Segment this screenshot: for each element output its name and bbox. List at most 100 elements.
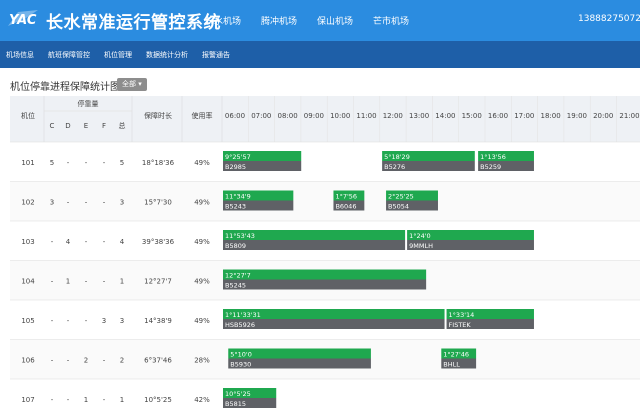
flight-time-label: 5°10'0 bbox=[230, 351, 252, 359]
count-total: 3 bbox=[120, 317, 124, 325]
stand-number: 101 bbox=[21, 159, 34, 167]
count-total: 4 bbox=[120, 238, 125, 246]
subnav-flight-support[interactable]: 航班保障管控 bbox=[48, 50, 90, 60]
top-header: YAC 长水常准运行管控系统 长水机场 腾冲机场 保山机场 芒市机场 13888… bbox=[0, 0, 640, 41]
support-duration: 14°38'9 bbox=[144, 317, 172, 325]
header-usage: 使用率 bbox=[192, 111, 213, 120]
stand-number: 106 bbox=[21, 356, 35, 364]
header-hour-9: 15:00 bbox=[462, 112, 482, 120]
header-parking-1: D bbox=[65, 122, 70, 130]
user-phone[interactable]: 13888275072 bbox=[578, 14, 640, 24]
count-f: 3 bbox=[102, 317, 106, 325]
flight-bar[interactable]: 12°27'7 B5245 bbox=[223, 269, 427, 290]
support-duration: 12°27'7 bbox=[144, 277, 172, 285]
flight-reg-label: B5054 bbox=[388, 203, 409, 211]
flight-time-label: 9°25'57 bbox=[225, 153, 251, 161]
airport-tab-tengchong[interactable]: 腾冲机场 bbox=[261, 14, 297, 27]
usage-rate: 49% bbox=[194, 198, 210, 206]
flight-bar[interactable]: 11°34'9 B5243 bbox=[223, 190, 294, 211]
flight-time-label: 10°5'25 bbox=[225, 390, 251, 398]
subnav-airport-info[interactable]: 机场信息 bbox=[6, 50, 34, 60]
usage-rate: 28% bbox=[194, 356, 210, 364]
subnav-statistics[interactable]: 数据统计分析 bbox=[146, 50, 188, 60]
flight-bar[interactable]: 1°24'0 9MMLH bbox=[407, 230, 534, 250]
page-title: 机位停靠进程保障统计图 bbox=[10, 82, 120, 93]
header-hour-11: 17:00 bbox=[514, 112, 534, 120]
app-title: 长水常准运行管控系统 bbox=[46, 13, 221, 33]
header-hour-15: 21:00 bbox=[619, 112, 639, 120]
flight-time-label: 2°25'25 bbox=[388, 193, 414, 201]
flight-bar[interactable]: 1°27'46 BHLL bbox=[441, 348, 477, 369]
airport-tab-baoshan[interactable]: 保山机场 bbox=[317, 14, 353, 27]
count-total: 1 bbox=[120, 277, 124, 285]
header-hour-1: 07:00 bbox=[251, 112, 271, 120]
flight-reg-label: B5245 bbox=[225, 282, 246, 290]
flight-bar[interactable]: 1°13'56 B5259 bbox=[478, 151, 534, 171]
logo-icon: YAC bbox=[8, 10, 38, 28]
flight-bar[interactable]: 10°5'25 B5815 bbox=[223, 388, 277, 408]
stand-number: 103 bbox=[21, 238, 34, 246]
header-hour-8: 14:00 bbox=[435, 112, 455, 120]
flight-bar[interactable]: 1°33'14 FISTEK bbox=[446, 309, 534, 329]
header-hour-4: 10:00 bbox=[330, 112, 350, 120]
flight-reg-label: BHLL bbox=[443, 361, 460, 369]
flight-time-label: 1°27'46 bbox=[443, 351, 469, 359]
header-hour-0: 06:00 bbox=[225, 112, 245, 120]
flight-reg-label: 9MMLH bbox=[409, 242, 433, 250]
support-duration: 15°7'30 bbox=[144, 198, 172, 206]
flight-time-label: 1°24'0 bbox=[409, 232, 431, 240]
stand-number: 105 bbox=[21, 317, 34, 325]
flight-bar-reg bbox=[223, 279, 427, 290]
airport-tab-mangshi[interactable]: 芒市机场 bbox=[373, 14, 409, 27]
count-c: 3 bbox=[50, 198, 54, 206]
flight-bar[interactable]: 2°25'25 B5054 bbox=[386, 190, 438, 211]
filter-label: 全部 bbox=[122, 80, 136, 88]
flight-bar[interactable]: 1°11'33'31 HSB5926 bbox=[223, 309, 445, 329]
header-hour-14: 20:00 bbox=[593, 112, 613, 120]
flight-bar[interactable]: 9°25'57 B2985 bbox=[223, 151, 302, 171]
table-row[interactable] bbox=[10, 379, 640, 410]
flight-bar-time bbox=[223, 269, 427, 280]
header-duration: 保障时长 bbox=[144, 111, 172, 120]
flight-bar[interactable]: 5°18'29 B5276 bbox=[382, 151, 475, 171]
flight-time-label: 12°27'7 bbox=[225, 272, 251, 280]
flight-time-label: 11°34'9 bbox=[225, 193, 251, 201]
flight-time-label: 1°13'56 bbox=[480, 153, 506, 161]
flight-bar-reg bbox=[223, 240, 406, 250]
flight-bar[interactable]: 5°10'0 B5930 bbox=[228, 348, 371, 369]
airport-nav: 长水机场 腾冲机场 保山机场 芒市机场 bbox=[205, 14, 409, 27]
flight-bar[interactable]: 1°7'56 B6046 bbox=[333, 190, 365, 211]
header-parking-group: 停靠量 bbox=[78, 99, 99, 108]
flight-reg-label: B5930 bbox=[230, 361, 251, 369]
flight-reg-label: FISTEK bbox=[449, 321, 472, 329]
count-total: 1 bbox=[120, 396, 124, 404]
flight-reg-label: B5259 bbox=[480, 163, 501, 171]
count-e: 2 bbox=[84, 356, 88, 364]
support-duration: 18°18'36 bbox=[142, 159, 175, 167]
flight-time-label: 1°11'33'31 bbox=[225, 311, 261, 319]
airport-tab-changshui[interactable]: 长水机场 bbox=[205, 14, 241, 27]
usage-rate: 49% bbox=[194, 317, 210, 325]
count-total: 3 bbox=[120, 198, 124, 206]
header-hour-3: 09:00 bbox=[304, 112, 324, 120]
header-hour-5: 11:00 bbox=[356, 112, 376, 120]
count-total: 2 bbox=[120, 356, 124, 364]
flight-time-label: 1°33'14 bbox=[449, 311, 475, 319]
count-d: 1 bbox=[66, 277, 70, 285]
subnav-alerts[interactable]: 报警通告 bbox=[202, 50, 230, 60]
flight-reg-label: B5243 bbox=[225, 203, 246, 211]
filter-dropdown[interactable]: 全部 ▾ bbox=[117, 78, 147, 91]
stand-number: 102 bbox=[21, 198, 34, 206]
header-parking-4: 总 bbox=[119, 121, 126, 130]
usage-rate: 49% bbox=[194, 159, 210, 167]
subnav-stand-management[interactable]: 机位管理 bbox=[104, 50, 132, 60]
stand-number: 107 bbox=[21, 396, 34, 404]
flight-reg-label: HSB5926 bbox=[225, 321, 255, 329]
sub-nav: 机场信息 航班保障管控 机位管理 数据统计分析 报警通告 bbox=[0, 41, 640, 68]
usage-rate: 49% bbox=[194, 277, 210, 285]
flight-reg-label: B5809 bbox=[225, 242, 246, 250]
flight-time-label: 11°53'43 bbox=[225, 232, 255, 240]
flight-bar[interactable]: 11°53'43 B5809 bbox=[223, 230, 406, 250]
stand-number: 104 bbox=[21, 277, 35, 285]
header-hour-2: 08:00 bbox=[278, 112, 298, 120]
